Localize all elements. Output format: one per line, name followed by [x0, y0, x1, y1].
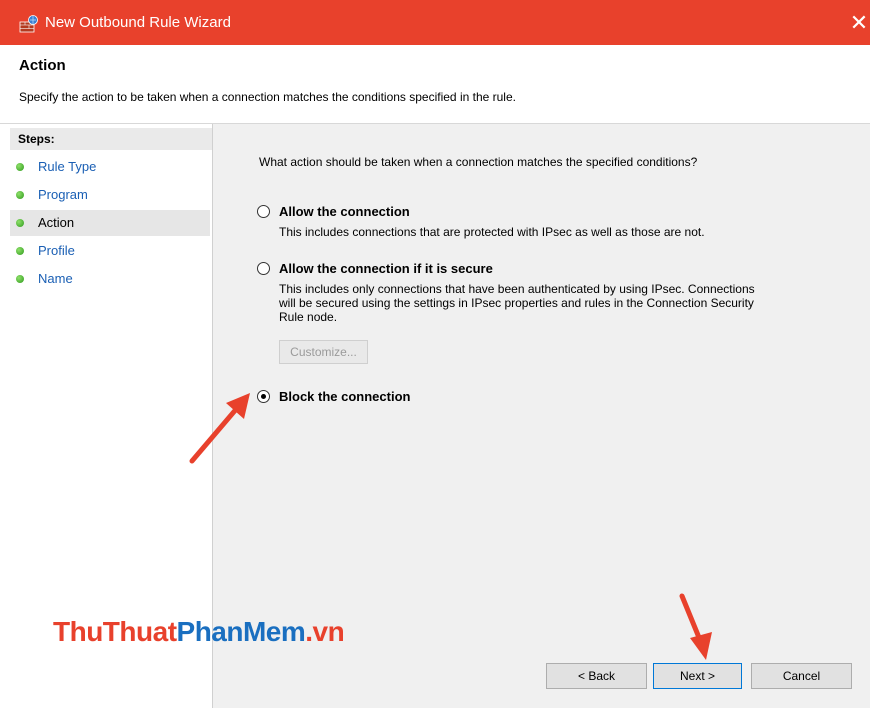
wizard-header: Action Specify the action to be taken wh… — [0, 45, 870, 124]
step-action[interactable]: Action — [10, 210, 210, 236]
allow-secure-radio[interactable] — [257, 262, 270, 275]
annotation-arrow-block — [189, 393, 250, 464]
step-status-icon — [16, 163, 24, 171]
back-button[interactable]: < Back — [546, 663, 647, 689]
option-label: Allow the connection if it is secure — [279, 261, 493, 276]
step-label: Rule Type — [38, 159, 97, 174]
customize-button[interactable]: Customize... — [279, 340, 368, 364]
step-label: Profile — [38, 243, 75, 258]
step-profile[interactable]: Profile — [10, 238, 210, 264]
watermark-logo: ThuThuatPhanMem.vn — [53, 616, 345, 647]
page-title: Action — [19, 57, 66, 74]
step-name[interactable]: Name — [10, 266, 210, 292]
steps-label: Steps: — [10, 128, 212, 150]
title-bar: New Outbound Rule Wizard ✕ — [0, 0, 870, 45]
page-description: Specify the action to be taken when a co… — [19, 90, 516, 104]
next-button[interactable]: Next > — [653, 663, 742, 689]
step-label: Name — [38, 271, 73, 286]
step-label: Action — [38, 215, 75, 230]
option-description: This includes connections that are prote… — [279, 225, 705, 239]
step-rule-type[interactable]: Rule Type — [10, 154, 210, 180]
step-program[interactable]: Program — [10, 182, 210, 208]
option-label: Block the connection — [279, 389, 411, 404]
option-label: Allow the connection — [279, 204, 410, 219]
firewall-icon — [19, 15, 38, 33]
cancel-button[interactable]: Cancel — [751, 663, 852, 689]
window-title: New Outbound Rule Wizard — [45, 14, 231, 31]
allow-radio[interactable] — [257, 205, 270, 218]
step-status-icon — [16, 191, 24, 199]
step-status-icon — [16, 219, 24, 227]
annotation-arrow-next — [679, 593, 712, 660]
step-label: Program — [38, 187, 88, 202]
close-button[interactable]: ✕ — [848, 8, 870, 38]
option-description: This includes only connections that have… — [279, 282, 755, 324]
action-question: What action should be taken when a conne… — [259, 155, 698, 169]
step-status-icon — [16, 247, 24, 255]
step-status-icon — [16, 275, 24, 283]
